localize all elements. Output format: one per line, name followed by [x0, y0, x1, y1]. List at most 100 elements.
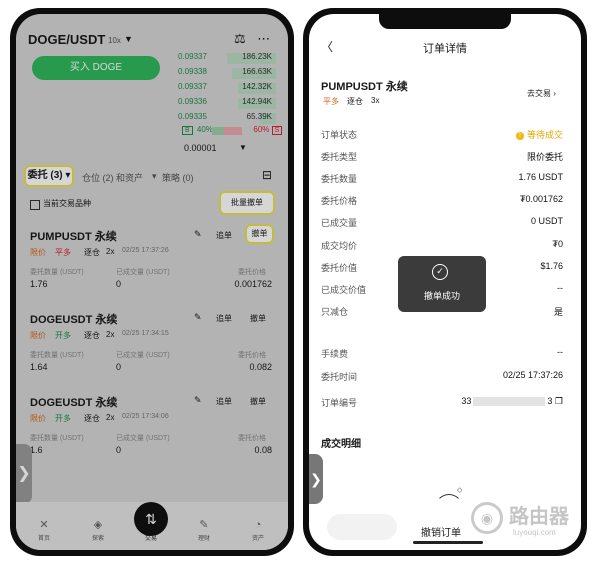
watermark-title: 路由器	[509, 506, 569, 528]
toast-text: 撤单成功	[423, 291, 460, 301]
buy-tag: B	[182, 126, 193, 135]
detail-value-text: 是	[553, 307, 563, 317]
tab-earn[interactable]: ✎ 理财	[184, 518, 224, 542]
detail-value: $1.76	[540, 261, 563, 271]
detail-label: 委托数量	[321, 174, 358, 184]
book-price: 0.09336	[178, 97, 207, 106]
edit-icon[interactable]: ✎	[194, 312, 202, 323]
order-no-suffix: 3	[547, 396, 553, 406]
detail-row: 成交均价 ₮0	[321, 239, 563, 253]
sell-tag: S	[271, 126, 283, 135]
more-icon[interactable]: ⚖ ⋯	[234, 31, 274, 47]
chevron-right-icon[interactable]: ›	[112, 395, 115, 405]
explore-icon: ◈	[93, 519, 103, 531]
filled-value: 0	[116, 445, 122, 455]
order-no-label: 订单编号	[321, 398, 358, 408]
detail-label: 委托价格	[321, 196, 358, 206]
book-qty: 65.39K	[246, 112, 272, 121]
masked-order-number	[473, 397, 546, 407]
order-symbol: DOGEUSDT 永续	[30, 314, 118, 326]
edit-icon[interactable]: ✎	[194, 395, 202, 406]
order-book-row[interactable]: 0.09335 65.39K	[166, 112, 276, 125]
cancel-button[interactable]: 撤单	[245, 224, 274, 244]
cancel-button[interactable]: 撤单	[250, 396, 266, 407]
detail-label: 已成交量	[321, 218, 358, 228]
chevron-down-icon[interactable]: ▼	[239, 143, 247, 152]
tab-home[interactable]: ✕ 首页	[24, 518, 64, 542]
qty-label: 委托数量 (USDT)	[30, 269, 84, 276]
chevron-down-icon[interactable]: ▾	[152, 171, 157, 182]
chevron-down-icon[interactable]: ▼	[124, 34, 133, 44]
price-precision-select[interactable]: 0.00001	[184, 143, 217, 153]
side-drawer-handle[interactable]: ❯	[16, 444, 32, 504]
order-no-value: 33 3 ❐	[461, 396, 563, 407]
order-book-row[interactable]: 0.09337 142.32K	[166, 82, 276, 95]
ratio-bar-sell	[224, 127, 242, 135]
detail-value-text: 0 USDT	[530, 216, 563, 226]
detail-value: --	[557, 283, 563, 293]
tab-home-label: 首页	[37, 536, 50, 542]
go-trade-label: 去交易	[527, 89, 551, 98]
order-leverage: 2x	[106, 330, 115, 339]
order-detail-screen: 〈 订单详情 PUMPUSDT 永续 平多 逐仓 3x 去交易 › 订单状态! 等…	[309, 14, 581, 550]
side-drawer-handle[interactable]: ❯	[309, 454, 323, 504]
order-mode-tag: 逐仓	[84, 248, 100, 257]
chevron-right-icon[interactable]: ›	[112, 312, 115, 322]
watermark: ◉ 路由器 luyouqi.com	[469, 498, 579, 546]
secondary-button[interactable]	[327, 514, 397, 540]
trade-icon[interactable]: ⇅	[134, 502, 168, 536]
order-book-row[interactable]: 0.09337 186.23K	[166, 52, 276, 65]
chase-button[interactable]: 追单	[216, 313, 232, 324]
current-symbol-label: 当前交易品种	[43, 199, 91, 208]
order-card[interactable]: DOGEUSDT 永续 › ✎ 追单 撤单 限价 开多 逐仓 2x 02/25 17:34:15 委…	[16, 311, 288, 391]
filled-value: 0	[116, 279, 122, 289]
order-no-prefix: 33	[461, 396, 472, 406]
detail-label: 订单状态	[321, 130, 358, 140]
tab-strategies[interactable]: 策略 (0)	[162, 171, 194, 184]
bottom-tabbar: ✕ 首页 ◈ 探索 ⇅ 交易 ✎ 理财 ◔ 资产	[16, 502, 288, 550]
order-mode-tag: 逐仓	[84, 331, 100, 340]
tab-assets[interactable]: ◔ 资产	[238, 519, 278, 542]
order-type-tag: 限价	[30, 248, 46, 257]
order-no-row: 订单编号 33 3 ❐	[321, 396, 563, 410]
tab-positions[interactable]: 仓位 (2) 和资产	[82, 171, 143, 184]
qty-value: 1.64	[30, 362, 48, 372]
batch-cancel-button[interactable]: 批量撤单	[219, 191, 275, 215]
order-card[interactable]: PUMPUSDT 永续 › ✎ 追单 撤单 限价 平多 逐仓 2x 02/25 17:37:26 委…	[16, 224, 288, 308]
leverage-tag: 3x	[371, 96, 380, 105]
tab-earn-label: 理财	[197, 536, 210, 542]
right-phone: 〈 订单详情 PUMPUSDT 永续 平多 逐仓 3x 去交易 › 订单状态! 等…	[303, 8, 587, 556]
order-time: 02/25 17:37:26	[122, 247, 169, 254]
book-price: 0.09338	[178, 67, 207, 76]
cancel-button[interactable]: 撤单	[250, 313, 266, 324]
book-price: 0.09335	[178, 112, 207, 121]
order-type-tag: 限价	[30, 414, 46, 423]
current-symbol-checkbox[interactable]	[30, 200, 40, 210]
order-card[interactable]: DOGEUSDT 永续 › ✎ 追单 撤单 限价 开多 逐仓 2x 02/25 17:34:06 委…	[16, 394, 288, 474]
order-book-row[interactable]: 0.09336 142.94K	[166, 97, 276, 110]
detail-label: 委托类型	[321, 152, 358, 162]
price-value: 0.082	[249, 362, 272, 372]
leverage-badge: 10x	[108, 36, 121, 45]
detail-value: --	[557, 347, 563, 357]
detail-value: ! 等待成交	[515, 128, 563, 141]
tab-orders[interactable]: 委托 (3) ▾	[24, 165, 74, 187]
chase-button[interactable]: 追单	[216, 396, 232, 407]
earn-icon: ✎	[199, 519, 209, 531]
buy-doge-button[interactable]: 买入 DOGE	[32, 56, 160, 80]
copy-icon[interactable]: ❐	[555, 396, 563, 406]
book-qty: 142.94K	[242, 97, 272, 106]
edit-icon[interactable]: ✎	[194, 229, 202, 240]
home-icon: ✕	[39, 519, 49, 531]
filter-icon[interactable]: ⊟	[262, 168, 272, 182]
detail-value: ₮0.001762	[520, 194, 563, 204]
chevron-right-icon[interactable]: ›	[112, 229, 115, 239]
pair-selector[interactable]: DOGE/USDT	[28, 32, 105, 47]
side-tag: 平多	[323, 97, 339, 106]
chase-button[interactable]: 追单	[216, 230, 232, 241]
cancel-order-button[interactable]: 撤销订单	[421, 524, 461, 539]
detail-value-text: 02/25 17:37:26	[502, 370, 563, 380]
order-book-row[interactable]: 0.09338 166.63K	[166, 67, 276, 80]
go-trade-link[interactable]: 去交易 ›	[527, 88, 556, 99]
tab-explore[interactable]: ◈ 探索	[78, 518, 118, 542]
